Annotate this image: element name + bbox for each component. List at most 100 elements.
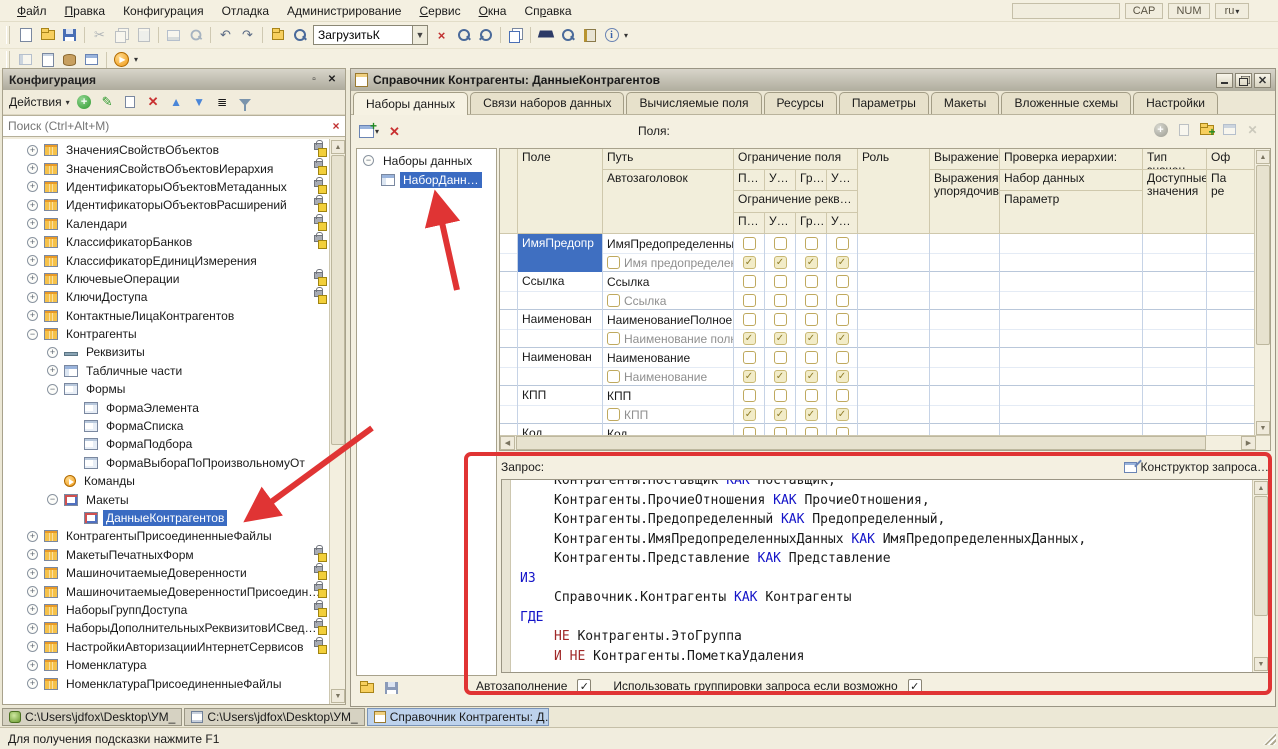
sidebar-tree-item[interactable]: +КонтрагентыПрисоединенныеФайлы	[3, 527, 345, 545]
field-restriction-checkbox[interactable]	[743, 237, 756, 250]
attr-restriction-checkbox[interactable]	[774, 332, 787, 345]
menu-item-7[interactable]: Справка	[515, 2, 580, 20]
sidebar-tree-item[interactable]: +НоменклатураПрисоединенныеФайлы	[3, 674, 345, 692]
search-clear-icon[interactable]: ×	[327, 119, 345, 133]
scroll-left-icon[interactable]: ◀	[500, 436, 515, 450]
sidebar-search-input[interactable]	[3, 116, 327, 136]
expand-icon[interactable]: +	[27, 181, 38, 192]
attr-restriction-checkbox[interactable]	[774, 370, 787, 383]
field-restriction-checkbox[interactable]	[774, 389, 787, 402]
field-restriction-checkbox[interactable]	[805, 313, 818, 326]
database-icon[interactable]	[59, 50, 80, 70]
sidebar-tree-item[interactable]: +ЗначенияСвойствОбъектов	[3, 141, 345, 159]
attr-restriction-checkbox[interactable]	[836, 332, 849, 345]
row-handle[interactable]	[500, 348, 518, 386]
expand-icon[interactable]: +	[27, 273, 38, 284]
find-previous-button[interactable]	[475, 25, 496, 45]
scroll-up-icon[interactable]: ▲	[1254, 481, 1268, 495]
attr-restriction-checkbox[interactable]	[743, 408, 756, 421]
window-tab-2[interactable]: Справочник Контрагенты: Д…	[367, 708, 549, 726]
grouping-checkbox[interactable]	[908, 679, 922, 693]
open-button[interactable]	[37, 25, 58, 45]
scroll-down-icon[interactable]: ▼	[331, 689, 345, 703]
col-attr-restriction[interactable]: Ограничение рекв…	[734, 191, 858, 213]
attr-restriction-checkbox[interactable]	[805, 332, 818, 345]
cut-button[interactable]: ✂	[89, 25, 110, 45]
expand-icon[interactable]: +	[47, 347, 58, 358]
expand-icon[interactable]: +	[27, 255, 38, 266]
col-restr-sub[interactable]: Гр…	[796, 170, 827, 191]
expand-icon[interactable]: +	[27, 604, 38, 615]
expand-icon[interactable]: +	[27, 292, 38, 303]
sidebar-tree-item[interactable]: −Контрагенты	[3, 325, 345, 343]
col-field[interactable]: Поле	[518, 149, 603, 234]
col-restr-sub[interactable]: У…	[827, 170, 858, 191]
attr-restriction-checkbox[interactable]	[805, 408, 818, 421]
expand-icon[interactable]: +	[27, 678, 38, 689]
expand-icon[interactable]: +	[27, 531, 38, 542]
field-restriction-checkbox[interactable]	[774, 351, 787, 364]
col-hierarchy-dataset[interactable]: Набор данных	[1000, 170, 1143, 191]
delete-field-button[interactable]: ✕	[1244, 121, 1261, 138]
load-query-button[interactable]	[358, 679, 375, 696]
autotitle-checkbox[interactable]	[607, 370, 620, 383]
sidebar-tree-item[interactable]: +НаборыДополнительныхРеквизитовИСвед…	[3, 619, 345, 637]
field-path-cell[interactable]: ИмяПредопределенныхДа…Имя предопределенн…	[603, 234, 734, 272]
sidebar-tree-item[interactable]: +КонтактныеЛицаКонтрагентов	[3, 307, 345, 325]
tab-3[interactable]: Ресурсы	[764, 92, 837, 114]
collapse-icon[interactable]: −	[363, 155, 374, 166]
tab-1[interactable]: Связи наборов данных	[470, 92, 624, 114]
syntax-check-button[interactable]	[557, 25, 578, 45]
col-restr-sub[interactable]: У…	[827, 213, 858, 234]
autotitle-checkbox[interactable]	[607, 408, 620, 421]
field-row[interactable]: СсылкаСсылкаСсылка	[500, 272, 1255, 310]
attr-restriction-checkbox[interactable]	[774, 408, 787, 421]
row-handle[interactable]	[500, 310, 518, 348]
close-button[interactable]: ✕	[1254, 73, 1271, 88]
sidebar-tree-item[interactable]: Команды	[3, 472, 345, 490]
tab-2[interactable]: Вычисляемые поля	[626, 92, 761, 114]
field-name-cell[interactable]: КПП	[518, 386, 603, 424]
dataset-item[interactable]: НаборДанн…	[357, 170, 496, 189]
attr-restriction-checkbox[interactable]	[743, 294, 756, 307]
field-restriction-checkbox[interactable]	[774, 237, 787, 250]
collapse-icon[interactable]: −	[47, 384, 58, 395]
sidebar-tree-item[interactable]: +Календари	[3, 215, 345, 233]
field-path-cell[interactable]: НаименованиеПолноеНаименование полное	[603, 310, 734, 348]
field-restriction-checkbox[interactable]	[805, 237, 818, 250]
col-restr-sub[interactable]: П…	[734, 213, 765, 234]
find-in-files-button[interactable]	[267, 25, 288, 45]
menu-item-1[interactable]: Правка	[56, 2, 115, 20]
col-restr-sub[interactable]: Гр…	[796, 213, 827, 234]
field-name-cell[interactable]: ИмяПредопр	[518, 234, 603, 272]
attr-restriction-checkbox[interactable]	[805, 370, 818, 383]
field-restriction-checkbox[interactable]	[743, 389, 756, 402]
field-restriction-checkbox[interactable]	[836, 313, 849, 326]
windows-list-button[interactable]	[505, 25, 526, 45]
save-query-button[interactable]	[383, 679, 400, 696]
field-row[interactable]: НаименованНаименованиеНаименование	[500, 348, 1255, 386]
search-combo-input[interactable]	[313, 25, 413, 45]
query-editor[interactable]: Контрагенты.Поставщик КАК Поставщик,Конт…	[501, 479, 1269, 673]
move-down-button[interactable]: ▼	[191, 94, 208, 111]
fields-table-hscrollbar[interactable]: ◀ ▶	[500, 435, 1271, 450]
expand-icon[interactable]: +	[27, 568, 38, 579]
attr-restriction-checkbox[interactable]	[836, 294, 849, 307]
menu-item-6[interactable]: Окна	[470, 2, 516, 20]
expand-icon[interactable]: +	[27, 145, 38, 156]
compare-configuration-icon[interactable]	[37, 50, 58, 70]
find-button[interactable]	[289, 25, 310, 45]
edit-button[interactable]: ✎	[99, 94, 116, 111]
col-restr-sub[interactable]: У…	[765, 213, 796, 234]
language-indicator[interactable]: ru▾	[1215, 3, 1249, 19]
sidebar-tree-item[interactable]: +НаборыГруппДоступа	[3, 601, 345, 619]
field-name-cell[interactable]: Наименован	[518, 348, 603, 386]
field-restriction-checkbox[interactable]	[743, 275, 756, 288]
fields-table-vscrollbar[interactable]: ▲ ▼	[1254, 149, 1270, 436]
panel-pin-icon[interactable]: ▫	[307, 73, 321, 86]
start-debugging-button[interactable]: ▶	[111, 50, 132, 70]
datasets-root-item[interactable]: − Наборы данных	[357, 151, 496, 170]
attr-restriction-checkbox[interactable]	[774, 294, 787, 307]
field-restriction-checkbox[interactable]	[743, 313, 756, 326]
sort-list-button[interactable]: ≣	[214, 94, 231, 111]
